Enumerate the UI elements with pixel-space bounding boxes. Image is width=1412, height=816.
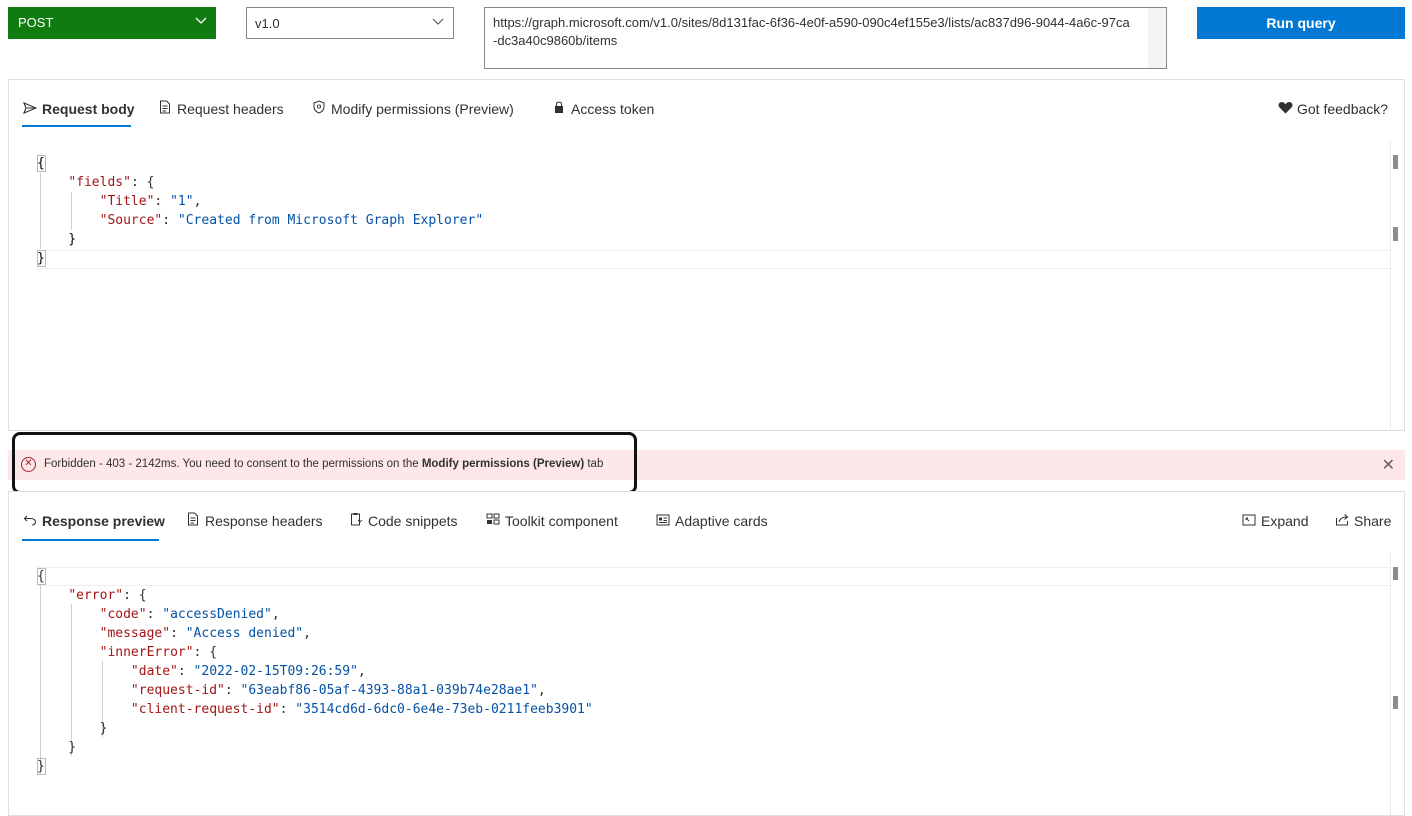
tab-label: Toolkit component (505, 513, 618, 529)
code-line: { (37, 569, 45, 584)
share-button[interactable]: Share (1334, 511, 1391, 531)
code-line: "Source": "Created from Microsoft Graph … (99, 213, 484, 228)
code-line: "Title": "1", (99, 194, 202, 209)
chevron-down-icon (194, 13, 208, 30)
close-icon[interactable]: ✕ (1382, 455, 1395, 475)
clipboard-code-icon (348, 512, 364, 532)
code-line: "fields": { (68, 175, 155, 190)
tab-label: Modify permissions (Preview) (331, 101, 514, 117)
version-value: v1.0 (255, 16, 280, 31)
version-dropdown[interactable]: v1.0 (246, 7, 454, 39)
tab-adaptive-cards[interactable]: Adaptive cards (655, 511, 768, 531)
scrollbar-thumb[interactable] (1393, 567, 1398, 580)
share-label: Share (1354, 513, 1392, 529)
code-line: "error": { (68, 588, 147, 603)
tab-label: Response preview (42, 513, 165, 529)
http-method-dropdown[interactable]: POST (8, 7, 216, 39)
http-method-value: POST (18, 15, 54, 30)
code-line: } (37, 740, 77, 755)
response-body-viewer[interactable]: { "error": { "code": "accessDenied", "me… (9, 552, 1404, 815)
code-line: } (37, 759, 45, 774)
response-body-code: { "error": { "code": "accessDenied", "me… (37, 567, 593, 776)
tab-modify-permissions[interactable]: Modify permissions (Preview) (311, 99, 514, 119)
code-line: } (37, 721, 108, 736)
feedback-button[interactable]: Got feedback? (1277, 99, 1388, 119)
editor-scrollbar[interactable] (1390, 140, 1404, 430)
tab-label: Access token (571, 101, 655, 117)
url-scrollbar[interactable] (1148, 8, 1166, 68)
request-panel: Request body Request headers Modify perm… (8, 79, 1405, 431)
code-line: "code": "accessDenied", (99, 607, 280, 622)
undo-icon (22, 512, 38, 532)
code-line: "message": "Access denied", (99, 626, 311, 641)
send-icon (22, 100, 38, 120)
shield-icon (311, 100, 327, 120)
tab-label: Code snippets (368, 513, 458, 529)
share-icon (1334, 512, 1350, 532)
document-icon (185, 512, 201, 532)
tab-label: Response headers (205, 513, 323, 529)
code-line: { (37, 156, 45, 171)
lock-icon (551, 100, 567, 120)
response-panel: Response preview Response headers Code s… (8, 491, 1405, 816)
tab-request-body[interactable]: Request body (22, 99, 135, 119)
query-url-value: https://graph.microsoft.com/v1.0/sites/8… (493, 15, 1130, 48)
tab-request-headers[interactable]: Request headers (157, 99, 284, 119)
annotation-highlight-box (12, 432, 637, 494)
tab-label: Request headers (177, 101, 284, 117)
toolkit-icon (485, 512, 501, 532)
code-line: "date": "2022-02-15T09:26:59", (130, 664, 366, 679)
card-icon (655, 512, 671, 532)
document-icon (157, 100, 173, 120)
expand-button[interactable]: Expand (1241, 511, 1308, 531)
tab-code-snippets[interactable]: Code snippets (348, 511, 458, 531)
active-tab-indicator (22, 125, 131, 127)
tab-response-preview[interactable]: Response preview (22, 511, 165, 531)
active-tab-indicator (22, 539, 159, 541)
feedback-label: Got feedback? (1297, 101, 1389, 117)
code-line: "innerError": { (99, 645, 218, 660)
viewer-scrollbar[interactable] (1390, 552, 1404, 815)
tab-label: Request body (42, 101, 135, 117)
code-line: "request-id": "63eabf86-05af-4393-88a1-0… (130, 683, 546, 698)
tab-toolkit-component[interactable]: Toolkit component (485, 511, 618, 531)
scrollbar-thumb[interactable] (1393, 696, 1398, 709)
code-line: } (37, 251, 45, 266)
query-url-input[interactable]: https://graph.microsoft.com/v1.0/sites/8… (484, 7, 1167, 69)
request-body-editor[interactable]: { "fields": { "Title": "1", "Source": "C… (9, 140, 1404, 430)
tab-access-token[interactable]: Access token (551, 99, 654, 119)
expand-label: Expand (1261, 513, 1309, 529)
scrollbar-thumb[interactable] (1393, 227, 1398, 241)
code-line: "client-request-id": "3514cd6d-6dc0-6e4e… (130, 702, 593, 717)
run-query-button[interactable]: Run query (1197, 7, 1405, 39)
request-body-code: { "fields": { "Title": "1", "Source": "C… (37, 154, 483, 268)
tab-label: Adaptive cards (675, 513, 768, 529)
tab-response-headers[interactable]: Response headers (185, 511, 323, 531)
code-line: } (37, 232, 77, 247)
chevron-down-icon (431, 14, 445, 31)
heart-icon (1277, 100, 1293, 120)
scrollbar-thumb[interactable] (1393, 155, 1398, 169)
expand-icon (1241, 512, 1257, 532)
